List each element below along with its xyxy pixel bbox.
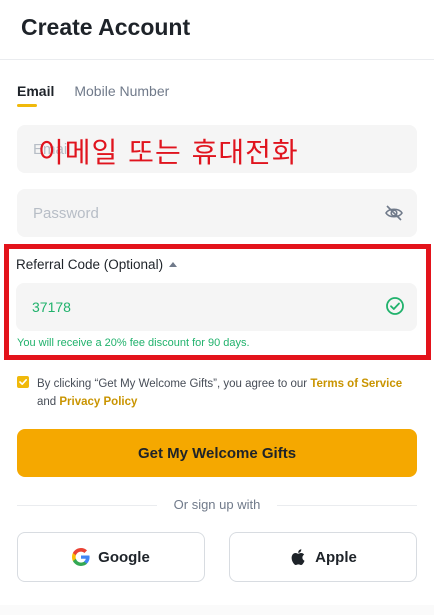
referral-code-input[interactable] bbox=[16, 283, 417, 331]
apple-icon bbox=[289, 548, 307, 566]
tab-email[interactable]: Email bbox=[17, 83, 54, 107]
apple-signup-button[interactable]: Apple bbox=[229, 532, 417, 582]
header: Create Account bbox=[0, 0, 434, 60]
agreement-checkbox[interactable] bbox=[17, 376, 29, 388]
check-circle-icon bbox=[385, 296, 405, 316]
tab-mobile-number[interactable]: Mobile Number bbox=[74, 83, 169, 105]
page-title: Create Account bbox=[21, 14, 191, 40]
referral-label: Referral Code (Optional) bbox=[16, 257, 164, 272]
signup-method-tabs: Email Mobile Number bbox=[17, 83, 169, 107]
agreement-text-and: and bbox=[37, 396, 60, 408]
caret-up-icon bbox=[169, 262, 178, 267]
referral-toggle[interactable]: Referral Code (Optional) bbox=[16, 257, 178, 272]
agreement-text-before: By clicking “Get My Welcome Gifts”, you … bbox=[37, 378, 311, 390]
google-signup-button[interactable]: Google bbox=[17, 532, 205, 582]
or-divider: Or sign up with bbox=[17, 496, 417, 514]
bottom-edge bbox=[0, 605, 434, 615]
password-input[interactable] bbox=[17, 189, 417, 237]
password-field-container bbox=[17, 189, 417, 237]
apple-button-label: Apple bbox=[315, 548, 357, 566]
get-welcome-gifts-button[interactable]: Get My Welcome Gifts bbox=[17, 429, 417, 477]
checkbox-check-icon bbox=[19, 379, 27, 385]
referral-discount-note: You will receive a 20% fee discount for … bbox=[17, 337, 250, 349]
divider-line-right bbox=[277, 505, 417, 506]
google-button-label: Google bbox=[98, 548, 150, 566]
eye-slash-icon[interactable] bbox=[383, 202, 405, 224]
email-input[interactable] bbox=[17, 125, 417, 173]
google-icon bbox=[72, 548, 90, 566]
agreement-text: By clicking “Get My Welcome Gifts”, you … bbox=[37, 375, 422, 411]
referral-field-container bbox=[16, 283, 417, 331]
email-field-container bbox=[17, 125, 417, 173]
privacy-policy-link[interactable]: Privacy Policy bbox=[59, 396, 137, 408]
terms-of-service-link[interactable]: Terms of Service bbox=[310, 378, 402, 390]
